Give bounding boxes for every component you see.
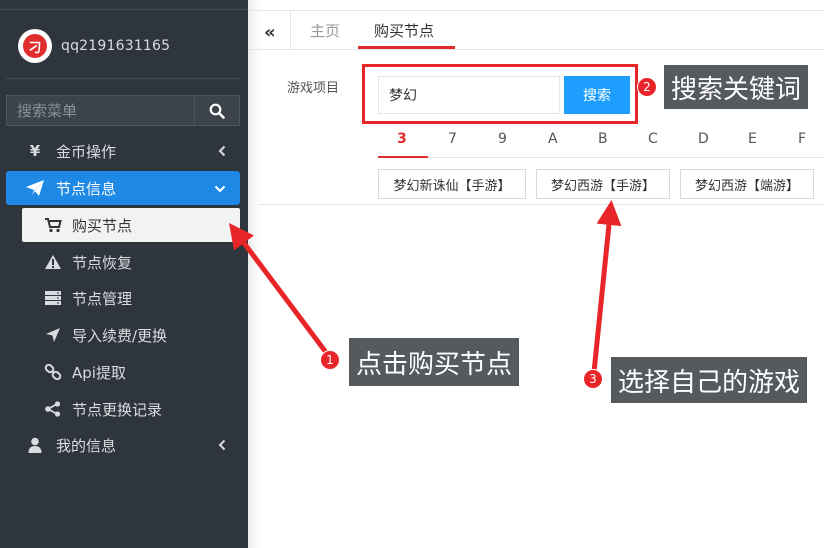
server-icon bbox=[45, 291, 61, 305]
content-divider bbox=[258, 204, 824, 205]
letter-tab[interactable]: D bbox=[698, 131, 709, 147]
letter-tab[interactable]: 3 bbox=[397, 131, 407, 147]
tab-buy-node[interactable]: 购买节点 bbox=[374, 20, 434, 41]
chevron-left-icon bbox=[218, 439, 226, 451]
active-letter-indicator bbox=[378, 156, 428, 158]
sidebar-item-my-info[interactable]: 我的信息 bbox=[6, 428, 240, 462]
sidebar-item-coin-ops[interactable]: ¥ 金币操作 bbox=[6, 134, 240, 168]
step-2-badge: 2 bbox=[637, 77, 657, 97]
letter-tab[interactable]: F bbox=[798, 131, 806, 147]
warning-icon bbox=[45, 255, 61, 269]
sidebar-item-label: 金币操作 bbox=[56, 142, 117, 161]
sidebar-item-node-restore[interactable]: 节点恢复 bbox=[22, 245, 240, 279]
sidebar-item-node-change-log[interactable]: 节点更换记录 bbox=[22, 392, 240, 426]
sidebar-item-label: 节点管理 bbox=[72, 289, 133, 308]
location-arrow-icon bbox=[46, 328, 60, 342]
search-icon bbox=[209, 103, 225, 119]
menu-search bbox=[6, 95, 240, 126]
paper-plane-icon bbox=[26, 180, 44, 196]
letter-tab[interactable]: B bbox=[598, 131, 608, 147]
sidebar-item-node-info[interactable]: 节点信息 bbox=[6, 171, 240, 205]
sidebar-item-label: 节点更换记录 bbox=[72, 400, 163, 419]
logo-icon: 刁 bbox=[23, 34, 47, 58]
menu-search-button[interactable] bbox=[194, 95, 240, 126]
sidebar-item-label: 节点信息 bbox=[56, 179, 117, 198]
chevron-left-icon bbox=[218, 145, 226, 157]
sidebar-item-label: Api提取 bbox=[72, 363, 126, 382]
step-2-label: 搜索关键词 bbox=[664, 65, 809, 109]
step-3-badge: 3 bbox=[583, 369, 603, 389]
tab-divider bbox=[290, 11, 291, 49]
step-1-badge: 1 bbox=[320, 350, 340, 370]
game-option[interactable]: 梦幻西游【手游】 bbox=[536, 169, 670, 199]
sidebar-item-buy-node[interactable]: 购买节点 bbox=[22, 208, 240, 242]
cart-icon bbox=[45, 218, 62, 233]
highlight-box bbox=[362, 64, 638, 124]
letter-tab[interactable]: A bbox=[548, 131, 558, 147]
yen-icon: ¥ bbox=[29, 142, 41, 160]
letter-tab[interactable]: E bbox=[748, 131, 757, 147]
username: qq2191631165 bbox=[61, 38, 171, 54]
game-option[interactable]: 梦幻西游【端游】 bbox=[680, 169, 814, 199]
sidebar-item-label: 导入续费/更换 bbox=[72, 326, 168, 345]
sidebar-divider bbox=[6, 78, 240, 79]
sidebar-item-node-manage[interactable]: 节点管理 bbox=[22, 281, 240, 315]
sidebar-item-label: 购买节点 bbox=[72, 216, 133, 235]
tab-home[interactable]: 主页 bbox=[310, 20, 340, 41]
avatar: 刁 bbox=[18, 29, 52, 63]
step-3-label: 选择自己的游戏 bbox=[611, 357, 808, 403]
sidebar-item-api-fetch[interactable]: Api提取 bbox=[22, 355, 240, 389]
letter-tab[interactable]: C bbox=[648, 131, 658, 147]
letter-filter-divider bbox=[378, 157, 824, 158]
user-icon bbox=[28, 437, 42, 453]
step-1-label: 点击购买节点 bbox=[349, 338, 520, 386]
share-icon bbox=[45, 401, 61, 417]
collapse-sidebar-icon[interactable]: « bbox=[264, 22, 276, 43]
menu-search-input[interactable] bbox=[6, 95, 194, 126]
sidebar-item-label: 我的信息 bbox=[56, 436, 117, 455]
chevron-down-icon bbox=[214, 185, 226, 193]
user-profile[interactable]: 刁 qq2191631165 bbox=[18, 29, 170, 63]
letter-tab[interactable]: 7 bbox=[448, 131, 457, 147]
game-option[interactable]: 梦幻新诛仙【手游】 bbox=[378, 169, 526, 199]
game-project-label: 游戏项目 bbox=[287, 81, 340, 96]
active-tab-indicator bbox=[358, 46, 455, 49]
sidebar-divider bbox=[0, 9, 248, 10]
link-icon bbox=[44, 364, 62, 380]
sidebar-item-label: 节点恢复 bbox=[72, 253, 133, 272]
sidebar-shadow bbox=[248, 0, 260, 548]
sidebar-item-import-renew[interactable]: 导入续费/更换 bbox=[22, 318, 240, 352]
letter-tab[interactable]: 9 bbox=[498, 131, 507, 147]
